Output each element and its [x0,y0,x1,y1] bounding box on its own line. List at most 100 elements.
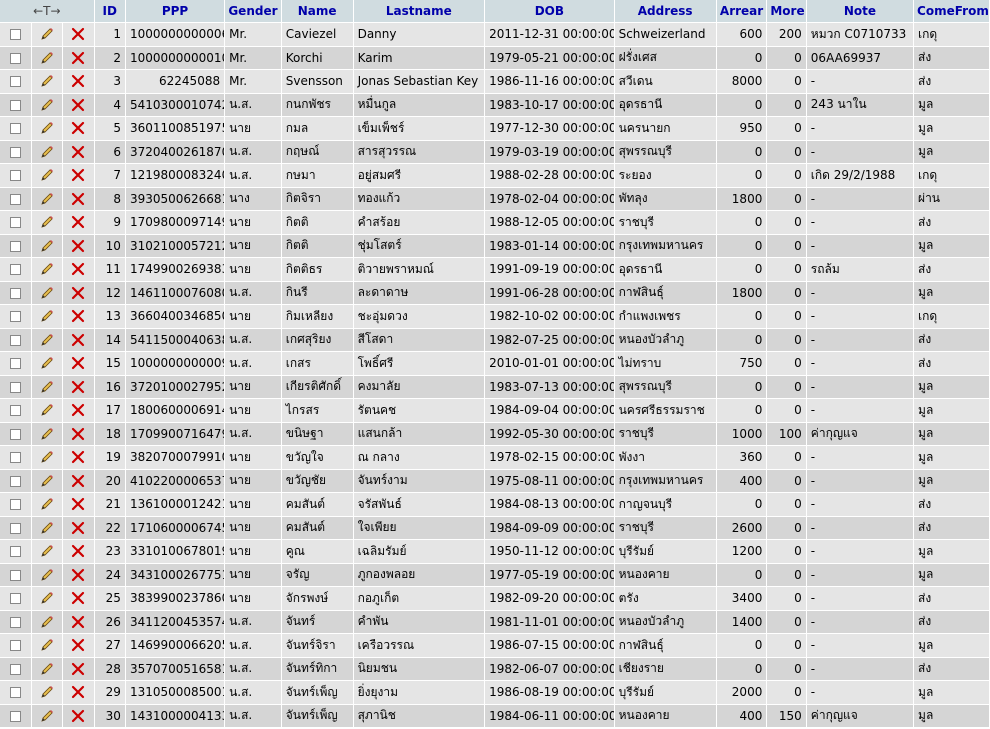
pencil-icon[interactable] [39,355,55,371]
delete-x-icon[interactable] [70,426,86,442]
delete-x-icon[interactable] [70,355,86,371]
delete-x-icon[interactable] [70,261,86,277]
pencil-icon[interactable] [39,661,55,677]
delete-x-icon[interactable] [70,97,86,113]
row-checkbox[interactable] [9,663,21,675]
row-checkbox[interactable] [9,452,21,464]
row-checkbox[interactable] [9,287,21,299]
row-checkbox[interactable] [9,358,21,370]
delete-x-icon[interactable] [70,637,86,653]
row-checkbox[interactable] [9,29,21,41]
pencil-icon[interactable] [39,191,55,207]
column-header-note[interactable]: Note [806,0,915,23]
row-checkbox[interactable] [9,240,21,252]
pencil-icon[interactable] [39,590,55,606]
row-checkbox[interactable] [9,687,21,699]
row-checkbox[interactable] [9,334,21,346]
row-checkbox[interactable] [9,475,21,487]
row-checkbox[interactable] [9,381,21,393]
row-checkbox[interactable] [9,616,21,628]
column-header-id[interactable]: ID [94,0,126,23]
delete-x-icon[interactable] [70,661,86,677]
row-checkbox[interactable] [9,123,21,135]
delete-x-icon[interactable] [70,26,86,42]
pencil-icon[interactable] [39,308,55,324]
pencil-icon[interactable] [39,708,55,724]
pencil-icon[interactable] [39,473,55,489]
column-header-arrear[interactable]: Arrear [716,0,768,23]
pencil-icon[interactable] [39,50,55,66]
row-checkbox[interactable] [9,217,21,229]
row-checkbox[interactable] [9,146,21,158]
row-checkbox[interactable] [9,428,21,440]
delete-x-icon[interactable] [70,567,86,583]
pencil-icon[interactable] [39,520,55,536]
delete-x-icon[interactable] [70,708,86,724]
delete-x-icon[interactable] [70,449,86,465]
pencil-icon[interactable] [39,496,55,512]
delete-x-icon[interactable] [70,379,86,395]
delete-x-icon[interactable] [70,50,86,66]
pencil-icon[interactable] [39,402,55,418]
pencil-icon[interactable] [39,167,55,183]
column-header-dob[interactable]: DOB [484,0,615,23]
pencil-icon[interactable] [39,97,55,113]
pencil-icon[interactable] [39,238,55,254]
delete-x-icon[interactable] [70,214,86,230]
column-header-gender[interactable]: Gender [224,0,282,23]
delete-x-icon[interactable] [70,191,86,207]
delete-x-icon[interactable] [70,402,86,418]
pencil-icon[interactable] [39,26,55,42]
delete-x-icon[interactable] [70,308,86,324]
row-checkbox[interactable] [9,311,21,323]
pencil-icon[interactable] [39,614,55,630]
delete-x-icon[interactable] [70,543,86,559]
row-checkbox[interactable] [9,405,21,417]
pencil-icon[interactable] [39,543,55,559]
column-header-lastname[interactable]: Lastname [353,0,486,23]
delete-x-icon[interactable] [70,614,86,630]
sort-arrows[interactable]: ←T→ [0,0,95,23]
pencil-icon[interactable] [39,426,55,442]
pencil-icon[interactable] [39,332,55,348]
row-checkbox[interactable] [9,99,21,111]
delete-x-icon[interactable] [70,496,86,512]
delete-x-icon[interactable] [70,73,86,89]
delete-x-icon[interactable] [70,332,86,348]
pencil-icon[interactable] [39,261,55,277]
row-checkbox[interactable] [9,593,21,605]
column-header-more[interactable]: More [766,0,807,23]
column-header-address[interactable]: Address [614,0,717,23]
row-checkbox[interactable] [9,76,21,88]
row-checkbox[interactable] [9,170,21,182]
pencil-icon[interactable] [39,449,55,465]
pencil-icon[interactable] [39,637,55,653]
pencil-icon[interactable] [39,214,55,230]
pencil-icon[interactable] [39,379,55,395]
pencil-icon[interactable] [39,120,55,136]
row-checkbox[interactable] [9,193,21,205]
pencil-icon[interactable] [39,144,55,160]
delete-x-icon[interactable] [70,590,86,606]
pencil-icon[interactable] [39,73,55,89]
delete-x-icon[interactable] [70,684,86,700]
delete-x-icon[interactable] [70,238,86,254]
row-checkbox[interactable] [9,546,21,558]
delete-x-icon[interactable] [70,520,86,536]
column-header-name[interactable]: Name [281,0,354,23]
row-checkbox[interactable] [9,264,21,276]
row-checkbox[interactable] [9,710,21,722]
row-checkbox[interactable] [9,569,21,581]
pencil-icon[interactable] [39,567,55,583]
column-header-comefrom[interactable]: ComeFrom [913,0,990,23]
row-checkbox[interactable] [9,499,21,511]
row-checkbox[interactable] [9,52,21,64]
pencil-icon[interactable] [39,684,55,700]
column-header-ppp[interactable]: PPP [125,0,226,23]
delete-x-icon[interactable] [70,120,86,136]
pencil-icon[interactable] [39,285,55,301]
delete-x-icon[interactable] [70,144,86,160]
delete-x-icon[interactable] [70,285,86,301]
delete-x-icon[interactable] [70,473,86,489]
delete-x-icon[interactable] [70,167,86,183]
